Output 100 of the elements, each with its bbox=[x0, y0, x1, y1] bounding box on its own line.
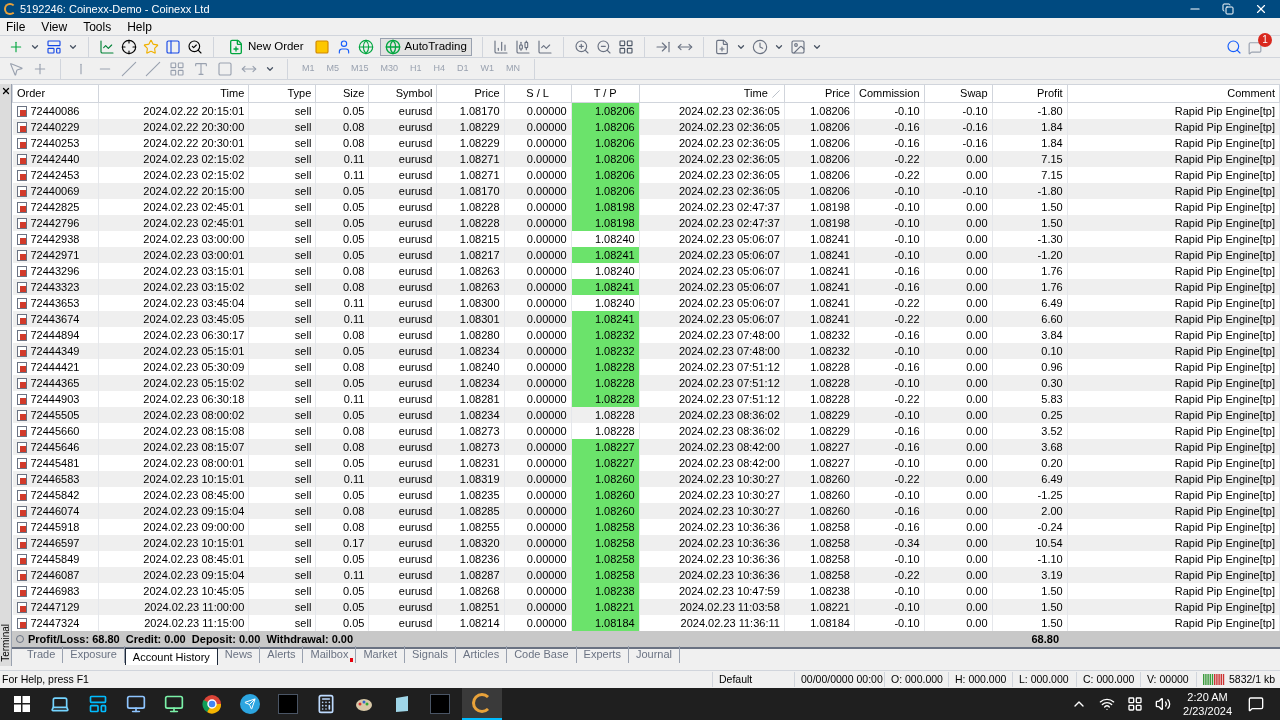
sell-order-icon bbox=[16, 537, 27, 549]
indicators-icon[interactable] bbox=[789, 38, 806, 55]
close-readout: C: 000.000 bbox=[1076, 671, 1140, 688]
column-header[interactable]: T / P bbox=[571, 84, 640, 103]
order-number: 72444903 bbox=[30, 392, 80, 407]
tab[interactable]: News bbox=[217, 646, 261, 663]
sell-order-icon bbox=[16, 409, 27, 421]
wifi-icon[interactable] bbox=[1099, 696, 1116, 712]
tab[interactable]: Articles bbox=[456, 646, 508, 663]
order-number: 72445646 bbox=[30, 440, 80, 455]
table-cell: 1.08258 bbox=[571, 567, 640, 583]
tab[interactable]: Mailbox bbox=[303, 646, 357, 663]
new-order-button[interactable]: New Order bbox=[224, 37, 308, 56]
column-header[interactable]: S / L bbox=[504, 84, 572, 103]
column-header[interactable]: Size bbox=[315, 84, 369, 103]
tab[interactable]: Code Base bbox=[507, 646, 577, 663]
tab[interactable]: Signals bbox=[405, 646, 457, 663]
order-number: 72445918 bbox=[30, 520, 80, 535]
table-cell: 1.08228 bbox=[571, 375, 640, 391]
panel-icon[interactable] bbox=[165, 38, 181, 55]
traffic-readout: 5832/1 kb bbox=[1229, 671, 1276, 687]
clock-time[interactable]: 2:20 AM bbox=[1187, 690, 1228, 704]
order-number: 72446583 bbox=[30, 472, 80, 487]
chat-icon[interactable] bbox=[1248, 40, 1262, 55]
menu-item[interactable]: Help bbox=[127, 17, 152, 36]
column-header[interactable]: Order bbox=[12, 84, 99, 103]
crosshair-icon[interactable] bbox=[121, 38, 137, 55]
table-cell: 1.08232 bbox=[571, 343, 640, 359]
windows-logo-icon[interactable] bbox=[14, 696, 30, 712]
table-cell: 1.08206 bbox=[571, 119, 640, 135]
order-number: 72443674 bbox=[30, 312, 80, 327]
notifications-icon[interactable] bbox=[1248, 696, 1264, 712]
column-header[interactable]: Commission bbox=[854, 84, 925, 103]
table-cell: 1.08227 bbox=[571, 439, 640, 455]
tab[interactable]: Alerts bbox=[260, 646, 304, 663]
tab[interactable]: Experts bbox=[576, 646, 629, 663]
restore-icon[interactable] bbox=[1222, 3, 1234, 15]
menu-item[interactable]: File bbox=[6, 17, 26, 36]
column-header[interactable]: Price bbox=[436, 84, 505, 103]
column-header[interactable]: Profit bbox=[992, 84, 1068, 103]
window-title: 5192246: Coinexx-Demo - Coinexx Ltd bbox=[20, 1, 210, 17]
table-cell: 1.08260 bbox=[571, 503, 640, 519]
tab[interactable]: Market bbox=[356, 646, 405, 663]
column-header[interactable]: Symbol bbox=[368, 84, 437, 103]
bar-chart-icon[interactable] bbox=[492, 38, 509, 55]
column-header[interactable]: Swap bbox=[924, 84, 993, 103]
laptop-icon[interactable] bbox=[50, 694, 70, 714]
table-cell: 1.08258 bbox=[571, 535, 640, 551]
active-app-button[interactable] bbox=[462, 688, 502, 720]
magnifier-icon[interactable] bbox=[187, 38, 203, 55]
template-icon[interactable] bbox=[713, 38, 730, 55]
menu-item[interactable]: Tools bbox=[83, 17, 112, 36]
market-watch-icon[interactable] bbox=[99, 38, 115, 55]
clock-icon[interactable] bbox=[751, 38, 768, 55]
column-header[interactable]: Type bbox=[248, 84, 316, 103]
column-header[interactable]: Comment bbox=[1067, 84, 1280, 103]
paper-plane-icon[interactable] bbox=[240, 694, 260, 714]
table-cell: 1.08232 bbox=[571, 327, 640, 343]
zoom-in-icon[interactable] bbox=[573, 38, 590, 55]
table-cell: 1.08228 bbox=[571, 391, 640, 407]
table-cell: 1.08206 bbox=[571, 151, 640, 167]
help-text: For Help, press F1 bbox=[1, 671, 90, 687]
candlestick-icon[interactable] bbox=[514, 38, 531, 55]
volume-icon[interactable] bbox=[1155, 696, 1172, 712]
column-header[interactable]: Time bbox=[98, 84, 249, 103]
star-icon[interactable] bbox=[143, 38, 159, 55]
table-cell: 1.08241 bbox=[571, 311, 640, 327]
monitor-icon[interactable] bbox=[164, 694, 184, 714]
browser-icon[interactable] bbox=[202, 694, 222, 714]
table-cell: 1.08184 bbox=[571, 615, 640, 631]
tab[interactable]: Trade bbox=[20, 646, 64, 663]
tab[interactable]: Account History bbox=[124, 648, 218, 665]
order-number: 72444365 bbox=[30, 376, 80, 391]
tile-icon[interactable] bbox=[617, 38, 634, 55]
order-number: 72444421 bbox=[30, 360, 80, 375]
column-header[interactable]: Time bbox=[639, 84, 785, 103]
zoom-out-icon[interactable] bbox=[595, 38, 612, 55]
sell-order-icon bbox=[16, 313, 27, 325]
column-header[interactable]: Price bbox=[784, 84, 855, 103]
search-icon[interactable] bbox=[1226, 38, 1242, 55]
high-readout: H: 000.000 bbox=[948, 671, 1012, 688]
menu-item[interactable]: View bbox=[41, 17, 68, 36]
profiles-icon[interactable] bbox=[46, 38, 62, 55]
terminal-label: Terminal bbox=[0, 624, 12, 662]
globe-icon[interactable] bbox=[357, 38, 374, 55]
line-chart-icon[interactable] bbox=[536, 38, 553, 55]
summary-text: Profit/Loss: 68.80 Credit: 0.00 Deposit: 0.00 Withdrawal: 0.00 bbox=[28, 631, 354, 647]
app-icon[interactable] bbox=[88, 694, 108, 714]
order-number: 72442440 bbox=[30, 152, 80, 167]
monitor-icon[interactable] bbox=[126, 694, 146, 714]
calculator-icon[interactable] bbox=[316, 694, 336, 714]
close-icon[interactable] bbox=[0, 86, 11, 96]
close-icon[interactable] bbox=[1254, 2, 1268, 16]
tab[interactable]: Exposure bbox=[63, 646, 125, 663]
order-number: 72445481 bbox=[30, 456, 80, 471]
order-number: 72444349 bbox=[30, 344, 80, 359]
autotrading-button[interactable]: AutoTrading bbox=[379, 37, 472, 56]
tab[interactable]: Journal bbox=[628, 646, 680, 663]
sell-order-icon bbox=[16, 249, 27, 261]
clock-date[interactable]: 2/23/2024 bbox=[1183, 704, 1232, 718]
